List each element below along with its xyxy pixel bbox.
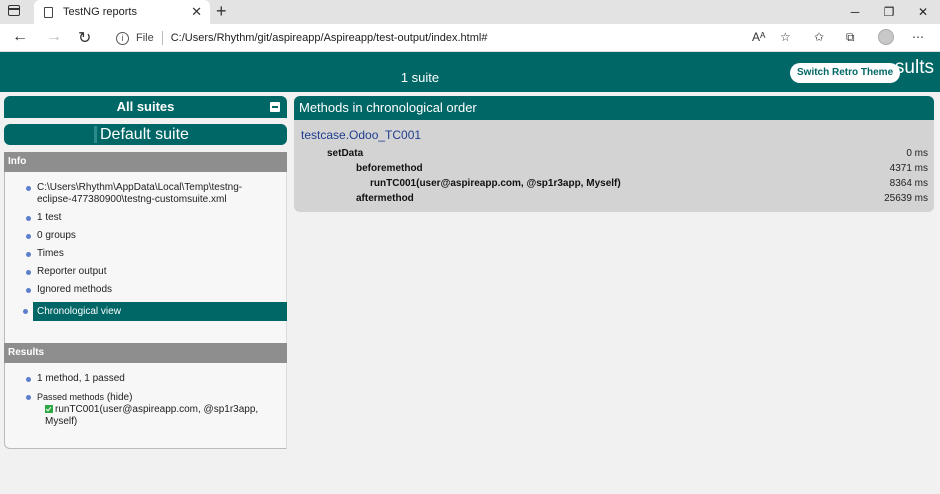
navigator-panel: All suites Default suite Info C:\Users\R…	[4, 96, 287, 449]
times-link[interactable]: Times	[5, 248, 286, 260]
suite-file-link[interactable]: C:\Users\Rhythm\AppData\Local\Temp\testn…	[5, 182, 286, 206]
methods-panel-header: Methods in chronological order	[294, 96, 934, 120]
method-row: setData 0 ms	[301, 146, 928, 161]
profile-avatar[interactable]	[878, 29, 894, 45]
suite-body: Info C:\Users\Rhythm\AppData\Local\Temp\…	[4, 152, 287, 449]
test-class-link[interactable]: testcase.Odoo_TC001	[301, 128, 928, 142]
file-label: File	[136, 32, 154, 44]
method-row: beforemethod 4371 ms	[301, 161, 928, 176]
method-time: 4371 ms	[889, 163, 928, 174]
browser-tab[interactable]: TestNG reports ✕	[34, 0, 210, 24]
back-icon[interactable]: ←	[12, 28, 28, 46]
collections-icon[interactable]: ⧉	[846, 30, 855, 45]
new-tab-icon[interactable]: +	[216, 1, 227, 22]
ignored-methods-link[interactable]: Ignored methods	[5, 284, 286, 296]
results-section-header: Results	[4, 343, 287, 363]
results-summary: 1 method, 1 passed	[5, 373, 286, 385]
method-name: aftermethod	[356, 193, 414, 204]
minimize-icon[interactable]: ─	[838, 0, 872, 24]
info-icon[interactable]: i	[116, 31, 129, 45]
passed-check-icon	[45, 405, 53, 413]
reporter-output-link[interactable]: Reporter output	[5, 266, 286, 278]
methods-panel-body: testcase.Odoo_TC001 setData 0 ms beforem…	[294, 120, 934, 212]
info-list: C:\Users\Rhythm\AppData\Local\Temp\testn…	[5, 172, 287, 333]
maximize-icon[interactable]: ❐	[872, 0, 906, 24]
url-text[interactable]: C:/Users/Rhythm/git/aspireapp/Aspireapp/…	[171, 32, 488, 44]
browser-tab-bar: TestNG reports ✕ + ─ ❐ ✕	[0, 0, 940, 24]
all-suites-header[interactable]: All suites	[4, 96, 287, 118]
add-favorite-icon[interactable]: ☆	[780, 30, 791, 44]
hide-link[interactable]: (hide)	[107, 392, 133, 403]
method-row: runTC001(user@aspireapp.com, @sp1r3app, …	[301, 176, 928, 191]
more-menu-icon[interactable]: ⋯	[912, 30, 924, 44]
banner-title: sults	[894, 57, 934, 78]
window-controls: ─ ❐ ✕	[838, 0, 940, 24]
close-window-icon[interactable]: ✕	[906, 0, 940, 24]
results-list: 1 method, 1 passed Passed methods (hide)…	[5, 363, 286, 440]
favorites-icon[interactable]: ✩	[814, 30, 824, 44]
tests-link[interactable]: 1 test	[5, 212, 286, 224]
method-time: 0 ms	[906, 148, 928, 159]
address-bar: ← → ↻ i File C:/Users/Rhythm/git/aspirea…	[0, 24, 940, 52]
methods-panel: Methods in chronological order testcase.…	[294, 96, 934, 212]
switch-retro-theme-button[interactable]: Switch Retro Theme	[790, 63, 901, 83]
method-name: setData	[327, 148, 364, 159]
passed-method-link[interactable]: runTC001(user@aspireapp.com, @sp1r3app, …	[45, 404, 258, 427]
url-field[interactable]: i File C:/Users/Rhythm/git/aspireapp/Asp…	[106, 27, 806, 49]
close-tab-icon[interactable]: ✕	[191, 4, 202, 20]
suite-count: 1 suite	[400, 70, 440, 85]
groups-link[interactable]: 0 groups	[5, 230, 286, 242]
method-time: 25639 ms	[884, 193, 928, 204]
collapse-icon[interactable]	[270, 102, 280, 112]
tab-actions-icon[interactable]	[8, 5, 20, 16]
method-name: runTC001(user@aspireapp.com, @sp1r3app, …	[370, 178, 621, 189]
tab-title: TestNG reports	[63, 6, 137, 18]
passed-methods-item: Passed methods (hide) runTC001(user@aspi…	[5, 391, 286, 428]
info-section-header: Info	[4, 152, 287, 172]
read-aloud-icon[interactable]: Aᴬ	[752, 30, 765, 44]
method-name: beforemethod	[356, 163, 423, 174]
method-row: aftermethod 25639 ms	[301, 191, 928, 206]
chronological-view-link[interactable]: Chronological view	[23, 302, 287, 321]
default-suite-header[interactable]: Default suite	[4, 124, 287, 145]
passed-methods-label: Passed methods	[37, 392, 105, 402]
forward-icon[interactable]: →	[46, 28, 62, 46]
page-icon	[44, 6, 53, 18]
refresh-icon[interactable]: ↻	[78, 28, 91, 48]
all-suites-label: All suites	[116, 99, 175, 114]
method-time: 8364 ms	[889, 178, 928, 189]
